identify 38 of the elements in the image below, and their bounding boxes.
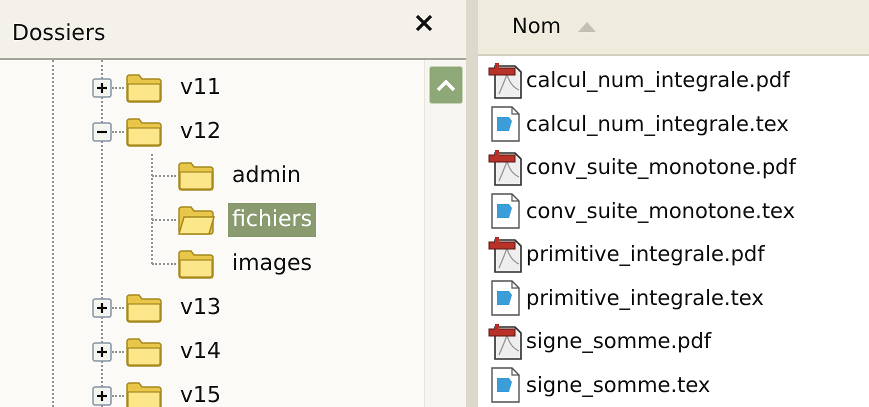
file-name[interactable]: primitive_integrale.tex bbox=[526, 282, 764, 314]
expand-icon[interactable] bbox=[92, 386, 112, 406]
folder-label[interactable]: v12 bbox=[176, 115, 226, 149]
folder-label[interactable]: images bbox=[228, 247, 316, 281]
file-name[interactable]: calcul_num_integrale.tex bbox=[526, 108, 789, 140]
folder-label[interactable]: v14 bbox=[176, 335, 226, 369]
file-name[interactable]: signe_somme.tex bbox=[526, 370, 710, 401]
folder-icon bbox=[124, 72, 164, 104]
pdf-file-icon bbox=[488, 62, 524, 100]
expand-icon[interactable] bbox=[92, 298, 112, 318]
folder-icon bbox=[124, 116, 164, 148]
folder-icon bbox=[124, 292, 164, 324]
pdf-file-icon bbox=[488, 322, 524, 361]
folder-label[interactable]: v15 bbox=[176, 379, 226, 407]
pdf-file-icon bbox=[488, 148, 524, 187]
folder-label[interactable]: v11 bbox=[176, 71, 226, 105]
pdf-file-icon bbox=[488, 236, 524, 274]
file-name[interactable]: primitive_integrale.pdf bbox=[526, 239, 765, 270]
file-name[interactable]: conv_suite_monotone.pdf bbox=[526, 152, 796, 184]
scroll-up-button[interactable] bbox=[428, 66, 462, 104]
folder-icon bbox=[124, 336, 164, 368]
file-name[interactable]: signe_somme.pdf bbox=[526, 326, 712, 358]
folder-icon bbox=[176, 248, 216, 280]
expand-icon[interactable] bbox=[92, 342, 112, 362]
pane-title: Dossiers bbox=[12, 20, 106, 48]
chevron-up-icon bbox=[436, 78, 456, 92]
folder-label[interactable]: v13 bbox=[176, 291, 226, 325]
folder-label[interactable]: admin bbox=[228, 159, 305, 193]
file-name[interactable]: calcul_num_integrale.pdf bbox=[526, 65, 790, 96]
folder-icon bbox=[124, 380, 164, 407]
folder-icon bbox=[176, 160, 216, 192]
column-header-label: Nom bbox=[512, 13, 562, 40]
file-name[interactable]: conv_suite_monotone.tex bbox=[526, 196, 796, 227]
collapse-icon[interactable] bbox=[92, 122, 112, 142]
open-folder-icon bbox=[176, 204, 216, 236]
expand-icon[interactable] bbox=[92, 78, 112, 98]
close-icon bbox=[415, 14, 433, 32]
column-header[interactable]: Nom bbox=[478, 0, 869, 56]
